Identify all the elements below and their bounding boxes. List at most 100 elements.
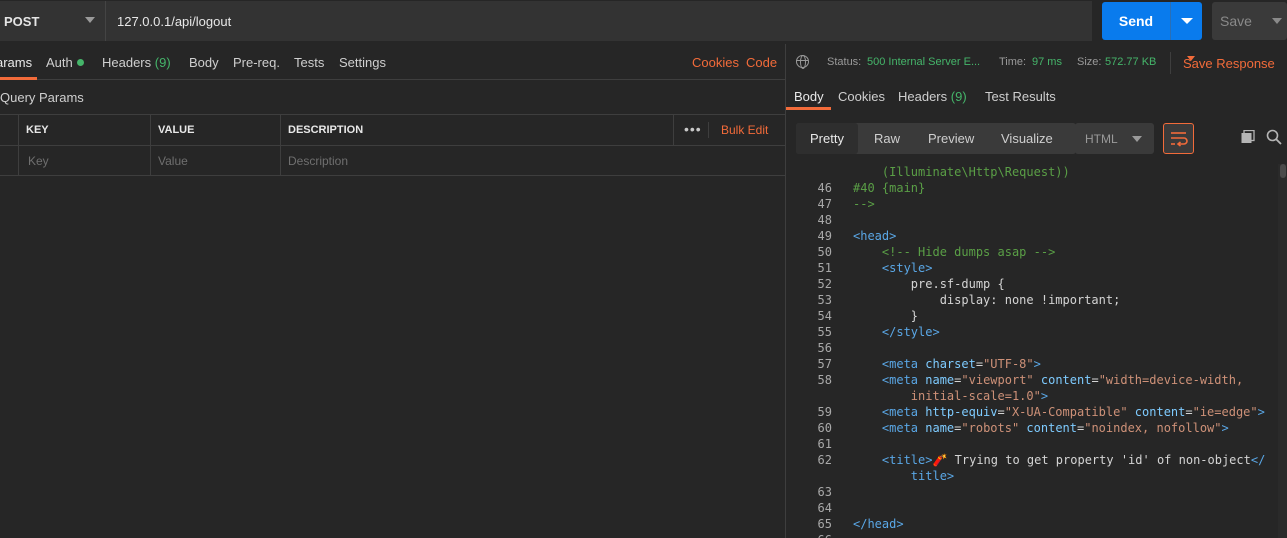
line-number: 56 (817, 341, 832, 355)
wrap-icon (1171, 132, 1188, 147)
code-line: 49 <head> (786, 228, 1278, 244)
code-text: <meta http-equiv="X-UA-Compatible" conte… (853, 405, 1265, 419)
request-bar: POST 127.0.0.1/api/logout Send Save (0, 0, 1287, 44)
tab-auth-label: Auth (46, 55, 73, 70)
size-label: Size: (1077, 56, 1102, 68)
chevron-down-icon (85, 17, 95, 23)
bulk-edit-link[interactable]: Bulk Edit (721, 123, 768, 137)
line-number: 62 (817, 453, 832, 467)
code-line: 57 <meta charset="UTF-8"> (786, 356, 1278, 372)
tab-settings[interactable]: Settings (339, 55, 386, 70)
column-header-description: DESCRIPTION (288, 124, 364, 136)
code-line: 55 </style> (786, 324, 1278, 340)
tab-response-cookies[interactable]: Cookies (838, 89, 885, 104)
method-select[interactable]: POST (0, 1, 106, 41)
table-header-row: KEY VALUE DESCRIPTION ••• Bulk Edit (0, 114, 785, 145)
params-table: KEY VALUE DESCRIPTION ••• Bulk Edit Key … (0, 114, 785, 176)
line-number: 53 (817, 293, 832, 307)
line-number: 59 (817, 405, 832, 419)
code-line: 52 pre.sf-dump { (786, 276, 1278, 292)
scrollbar-thumb[interactable] (1280, 164, 1286, 178)
search-icon[interactable] (1266, 129, 1282, 145)
value-input[interactable]: Value (150, 146, 280, 176)
code-line: 63 (786, 484, 1278, 500)
time-label: Time: (999, 56, 1027, 68)
code-line: initial-scale=1.0"> (786, 388, 1278, 404)
line-number: 47 (817, 197, 832, 211)
code-text: </style> (853, 325, 940, 339)
status-value[interactable]: 500 Internal Server E... (867, 56, 980, 68)
globe-icon[interactable] (796, 55, 809, 69)
code-text: <style> (853, 261, 933, 275)
line-number: 63 (817, 485, 832, 499)
language-select[interactable]: HTML (1075, 123, 1154, 154)
chevron-down-icon (1132, 136, 1142, 142)
send-button[interactable]: Send (1102, 2, 1202, 40)
code-line: 48 (786, 212, 1278, 228)
language-value: HTML (1085, 131, 1118, 146)
response-code-viewer[interactable]: (Illuminate\Http\Request)) 46 #40 {main} 47… (786, 164, 1287, 538)
line-number: 60 (817, 421, 832, 435)
code-text: display: none !important; (853, 293, 1121, 307)
tab-body[interactable]: Body (189, 55, 219, 70)
tab-response-body[interactable]: Body (794, 89, 824, 104)
tab-auth[interactable]: Auth (46, 55, 84, 70)
line-number: 57 (817, 357, 832, 371)
save-button[interactable]: Save (1212, 2, 1287, 40)
code-text: } (853, 309, 919, 323)
time-value[interactable]: 97 ms (1032, 56, 1062, 68)
response-status-bar: Status: 500 Internal Server E... Time: 9… (786, 52, 1287, 74)
divider (1170, 52, 1171, 74)
line-number: 49 (817, 229, 832, 243)
column-divider (673, 115, 674, 145)
tab-headers[interactable]: Headers (9) (102, 55, 171, 70)
code-text: </head> (853, 517, 904, 531)
view-raw-button[interactable]: Raw (874, 123, 900, 154)
scrollbar-track[interactable] (1278, 164, 1287, 538)
copy-icon[interactable] (1241, 130, 1255, 144)
status-dot-icon (76, 59, 84, 66)
tab-tests[interactable]: Tests (294, 55, 324, 70)
wrap-lines-button[interactable] (1163, 123, 1194, 154)
code-text: <head> (853, 229, 897, 243)
description-input[interactable]: Description (280, 146, 673, 176)
tab-response-headers-label: Headers (898, 89, 948, 104)
request-tabs: arams Auth Headers (9) Body Pre-req. Tes… (0, 52, 785, 80)
code-text: <meta name="viewport" content="width=dev… (853, 373, 1244, 387)
tab-params[interactable]: arams (0, 55, 32, 70)
code-text: (Illuminate\Http\Request)) (853, 165, 1070, 179)
code-line: 58 <meta name="viewport" content="width=… (786, 372, 1278, 388)
line-number: 61 (817, 437, 832, 451)
active-tab-indicator (786, 107, 831, 110)
url-input[interactable]: 127.0.0.1/api/logout (106, 1, 1092, 41)
view-preview-button[interactable]: Preview (928, 123, 974, 154)
code-text: #40 {main} (853, 181, 926, 195)
view-mode-switcher: Pretty Raw Preview Visualize (796, 123, 1076, 154)
active-tab-indicator (0, 77, 37, 80)
code-line: title> (786, 468, 1278, 484)
code-line: 47 --> (786, 196, 1278, 212)
view-pretty-button[interactable]: Pretty (796, 123, 858, 154)
code-line: (Illuminate\Http\Request)) (786, 164, 1278, 180)
url-value: 127.0.0.1/api/logout (117, 13, 232, 29)
line-number: 52 (817, 277, 832, 291)
tab-test-results[interactable]: Test Results (985, 89, 1056, 104)
send-label: Send (1118, 13, 1154, 29)
code-link[interactable]: Code (746, 55, 777, 70)
tab-prerequest[interactable]: Pre-req. (233, 55, 280, 70)
view-visualize-button[interactable]: Visualize (1001, 123, 1053, 154)
more-options-icon[interactable]: ••• (684, 122, 702, 136)
tab-response-headers[interactable]: Headers (9) (898, 89, 967, 104)
tab-response-headers-count: (9) (950, 89, 967, 104)
chevron-down-icon[interactable] (1272, 18, 1282, 24)
code-text: title> (853, 469, 955, 483)
cookies-link[interactable]: Cookies (692, 55, 739, 70)
column-header-value: VALUE (158, 124, 195, 136)
size-value[interactable]: 572.77 KB (1105, 56, 1156, 68)
save-response-label: Save Response (1183, 56, 1275, 71)
query-params-title: Query Params (0, 90, 84, 105)
code-line: 62 <title>🧨 Trying to get property 'id' … (786, 452, 1278, 468)
line-number: 55 (817, 325, 832, 339)
send-options-button[interactable] (1170, 2, 1202, 40)
key-input[interactable]: Key (20, 146, 150, 176)
